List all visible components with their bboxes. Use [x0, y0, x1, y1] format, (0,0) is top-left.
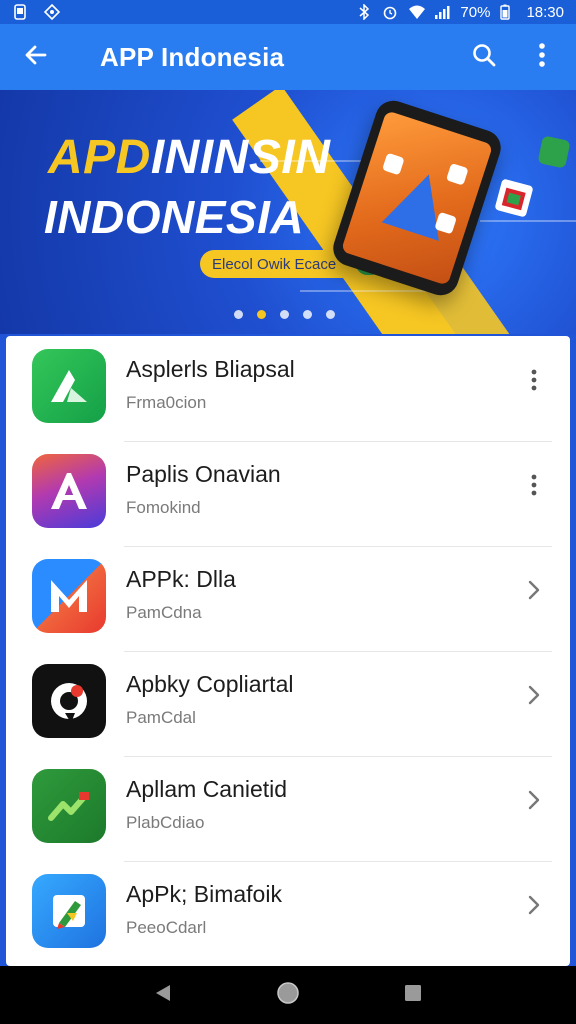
list-item[interactable]: Asplerls Bliapsal Frma0cion	[6, 336, 570, 441]
app-subtitle: PamCdal	[126, 708, 196, 727]
app-icon-blue-edit	[32, 874, 106, 948]
wifi-icon	[408, 4, 426, 20]
app-name: ApPk; Bimafoik	[126, 881, 282, 907]
app-name: APPk: Dlla	[126, 566, 236, 592]
app-name: Apllam Canietid	[126, 776, 288, 802]
alarm-icon	[382, 4, 398, 20]
signal-icon	[434, 4, 450, 20]
item-chevron-button[interactable]	[522, 889, 546, 925]
app-subtitle: PamCdna	[126, 603, 202, 622]
notification-phone-icon	[12, 4, 28, 20]
app-name: Asplerls Bliapsal	[126, 356, 295, 382]
back-button[interactable]	[16, 37, 56, 77]
app-subtitle: Fomokind	[126, 498, 201, 517]
carousel-dot[interactable]	[280, 310, 289, 319]
app-icon-black-circle	[32, 664, 106, 738]
item-chevron-button[interactable]	[522, 679, 546, 715]
chevron-right-icon	[527, 894, 541, 921]
item-more-button[interactable]	[522, 469, 546, 505]
nav-home-button[interactable]	[268, 975, 308, 1015]
promo-banner[interactable]: APDININSIN INDONESIA Elecol Owik Ecace ✔	[0, 90, 576, 334]
page-title: APP Indonesia	[100, 41, 285, 72]
clock-time: 18:30	[526, 3, 564, 21]
chevron-right-icon	[527, 789, 541, 816]
item-more-button[interactable]	[522, 364, 546, 400]
floating-app-icon	[494, 178, 534, 218]
banner-headline-white: ININSIN	[150, 131, 331, 184]
app-list: Asplerls Bliapsal Frma0cion Paplis Onavi…	[6, 336, 570, 966]
item-chevron-button[interactable]	[522, 784, 546, 820]
battery-icon	[500, 4, 516, 20]
more-vertical-icon	[531, 474, 537, 501]
banner-cta-label: Elecol Owik Ecace	[212, 255, 337, 273]
phone-screen	[340, 110, 494, 286]
arrow-left-icon	[23, 42, 49, 73]
banner-headline-line1: APDININSIN	[48, 130, 330, 185]
app-bar: APP Indonesia	[0, 24, 576, 90]
app-name: Apbky Copliartal	[126, 671, 294, 697]
banner-line	[480, 220, 576, 222]
carousel-indicator	[234, 310, 335, 319]
app-icon-multicolor-m	[32, 559, 106, 633]
battery-text: 70%	[460, 3, 491, 21]
floating-app-icon	[537, 135, 571, 169]
app-subtitle: PeeoCdarl	[126, 918, 207, 937]
list-item[interactable]: Apbky Copliartal PamCdal	[6, 651, 570, 756]
carousel-dot-active[interactable]	[257, 310, 266, 319]
chevron-right-icon	[527, 684, 541, 711]
list-item[interactable]: APPk: Dlla PamCdna	[6, 546, 570, 651]
banner-headline-yellow: APD	[48, 131, 151, 184]
chevron-right-icon	[527, 579, 541, 606]
more-vertical-icon	[538, 42, 546, 73]
carousel-dot[interactable]	[326, 310, 335, 319]
app-icon-green-chart	[32, 769, 106, 843]
carousel-dot[interactable]	[234, 310, 243, 319]
app-subtitle: PlabCdiao	[126, 813, 205, 832]
bluetooth-icon	[356, 3, 372, 21]
carousel-dot[interactable]	[303, 310, 312, 319]
nav-recents-icon	[403, 983, 423, 1008]
nav-back-icon	[152, 982, 174, 1009]
more-vertical-icon	[531, 369, 537, 396]
search-button[interactable]	[466, 39, 502, 75]
nav-home-icon	[276, 981, 300, 1010]
list-item[interactable]: ApPk; Bimafoik PeeoCdarl	[6, 861, 570, 966]
system-nav-bar	[0, 966, 576, 1024]
banner-headline-line2: INDONESIA	[44, 191, 305, 243]
nav-recents-button[interactable]	[393, 975, 433, 1015]
list-item[interactable]: Paplis Onavian Fomokind	[6, 441, 570, 546]
app-icon-purple-a	[32, 454, 106, 528]
list-item[interactable]: Apllam Canietid PlabCdiao	[6, 756, 570, 861]
notification-app-icon	[43, 3, 61, 21]
status-bar: 70% 18:30	[0, 0, 576, 24]
app-name: Paplis Onavian	[126, 461, 281, 487]
app-icon-green-a	[32, 349, 106, 423]
nav-back-button[interactable]	[143, 975, 183, 1015]
item-chevron-button[interactable]	[522, 574, 546, 610]
search-icon	[471, 42, 497, 73]
app-subtitle: Frma0cion	[126, 393, 207, 412]
more-options-button[interactable]	[524, 39, 560, 75]
